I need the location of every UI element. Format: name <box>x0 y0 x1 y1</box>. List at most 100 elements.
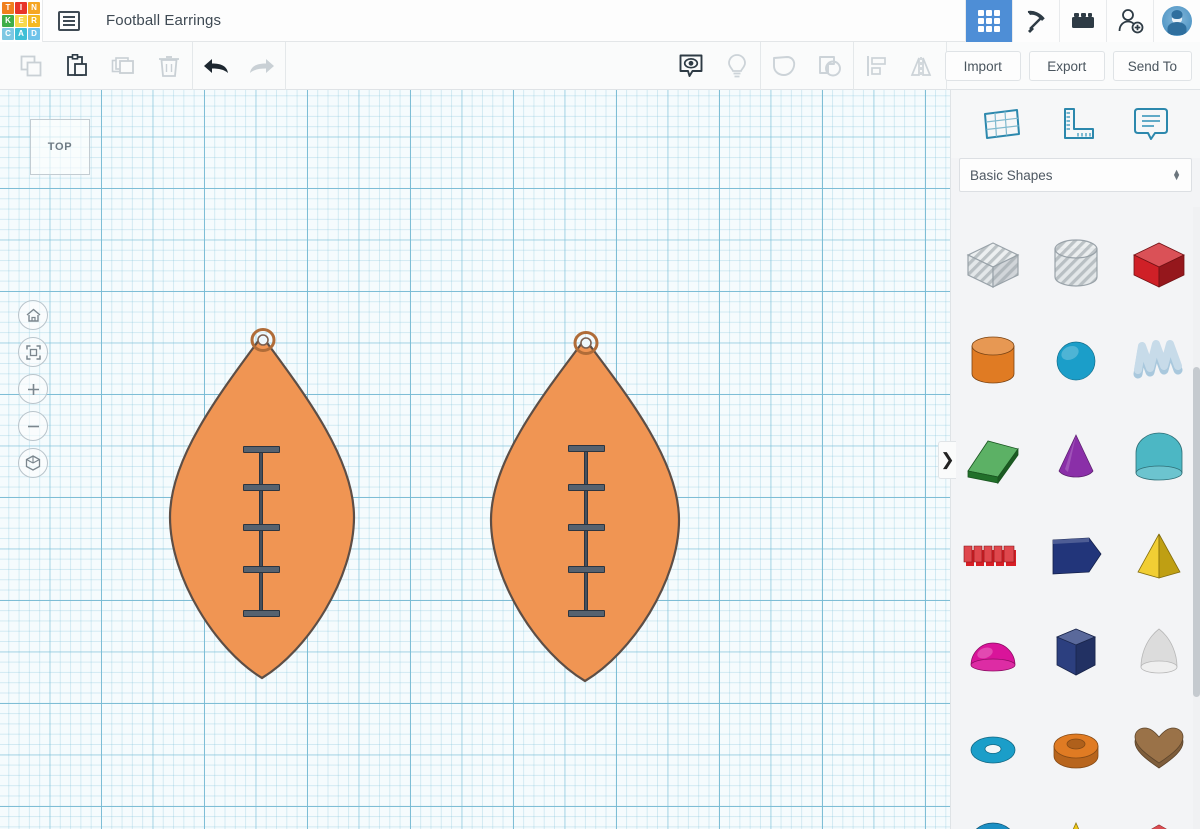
import-button[interactable]: Import <box>944 51 1021 81</box>
lace-stitch <box>243 610 280 617</box>
designs-grid-button[interactable] <box>965 0 1012 42</box>
group-button[interactable] <box>761 42 807 90</box>
logo-tile-r: R <box>28 14 40 27</box>
tinkercad-logo[interactable]: TIN KER CAD <box>0 0 42 42</box>
ungroup-button[interactable] <box>807 42 853 90</box>
shape-item-roof[interactable] <box>951 409 1034 506</box>
design-canvas[interactable]: TOP <box>0 90 950 829</box>
lace-stitch <box>243 446 280 453</box>
ruler-tab[interactable] <box>1049 99 1103 149</box>
lace-stitch <box>568 566 605 573</box>
project-menu-button[interactable] <box>42 0 94 42</box>
home-view-button[interactable] <box>18 300 48 330</box>
fit-view-button[interactable] <box>18 337 48 367</box>
pickaxe-icon <box>1027 10 1045 33</box>
copy-button[interactable] <box>8 42 54 90</box>
shape-item-box-hole[interactable] <box>951 215 1034 312</box>
undo-button[interactable] <box>193 42 239 90</box>
delete-button[interactable] <box>146 42 192 90</box>
shape-tools <box>668 41 947 90</box>
logo-tile-a: A <box>15 27 27 40</box>
shape-item-box[interactable] <box>1118 215 1200 312</box>
lace-stitch <box>568 524 605 531</box>
paste-button[interactable] <box>54 42 100 90</box>
history-tools <box>193 42 285 90</box>
trash-icon <box>159 55 179 77</box>
show-hide-button[interactable] <box>668 42 714 90</box>
view-cube-label: TOP <box>47 141 73 153</box>
shape-item-star[interactable] <box>1034 797 1117 829</box>
grid-9-icon <box>978 10 1000 32</box>
clipboard-paste-icon <box>67 53 87 76</box>
lace-stitch <box>568 610 605 617</box>
group-shapes-icon <box>773 55 796 76</box>
shape-item-torus[interactable] <box>951 700 1034 797</box>
shape-item-scribble[interactable] <box>1118 312 1200 409</box>
align-button[interactable] <box>854 42 900 90</box>
redo-button[interactable] <box>239 42 285 90</box>
lace-stitch <box>568 484 605 491</box>
page-title: Football Earrings <box>106 12 222 29</box>
shape-item-pyramid[interactable] <box>1118 506 1200 603</box>
football-earring-left[interactable] <box>158 328 368 693</box>
shapes-scrollbar-track[interactable] <box>1193 207 1200 829</box>
shape-item-tube[interactable] <box>1034 700 1117 797</box>
invite-user-button[interactable] <box>1106 0 1153 42</box>
chevron-updown-icon: ▲ ▼ <box>1172 167 1181 182</box>
shape-grid <box>951 215 1200 829</box>
highlight-button[interactable] <box>714 42 760 90</box>
codeblocks-button[interactable] <box>1012 0 1059 42</box>
shape-item-polygon[interactable] <box>1034 506 1117 603</box>
app-header: TIN KER CAD Football Earrings <box>0 0 1200 42</box>
list-icon <box>57 10 80 31</box>
shape-item-text[interactable] <box>951 506 1034 603</box>
view-cube[interactable]: TOP <box>30 119 90 175</box>
fit-to-view-icon <box>25 344 41 360</box>
shape-category-value: Basic Shapes <box>970 167 1053 183</box>
shape-category-select[interactable]: Basic Shapes ▲ ▼ <box>959 158 1192 192</box>
shape-item-gem[interactable] <box>1118 797 1200 829</box>
brick-icon <box>1072 13 1094 28</box>
shapes-list[interactable] <box>951 207 1200 829</box>
send-to-button[interactable]: Send To <box>1112 51 1192 81</box>
lace-stitch <box>568 445 605 452</box>
export-button[interactable]: Export <box>1028 51 1105 81</box>
minus-icon <box>27 425 39 427</box>
football-earring-right[interactable] <box>479 331 691 696</box>
panel-collapse-button[interactable]: ❯ <box>938 441 956 479</box>
account-avatar[interactable] <box>1153 0 1200 42</box>
football-body <box>168 328 356 680</box>
tinkercad-app: TINKERCAD Football Earrings Import Expor… <box>0 0 1200 829</box>
shapes-scrollbar-thumb[interactable] <box>1193 367 1200 697</box>
ortho-perspective-button[interactable] <box>18 448 48 478</box>
align-icon <box>867 55 886 76</box>
zoom-in-button[interactable] <box>18 374 48 404</box>
shape-item-hemisphere[interactable] <box>951 603 1034 700</box>
plus-icon <box>27 383 39 395</box>
notes-tab[interactable] <box>1124 99 1178 149</box>
shape-item-sphere[interactable] <box>1034 312 1117 409</box>
shape-item-hex-prism[interactable] <box>1034 603 1117 700</box>
category-select-wrap: Basic Shapes ▲ ▼ <box>951 158 1200 192</box>
shape-item-cylinder[interactable] <box>951 312 1034 409</box>
copy-icon <box>20 55 42 76</box>
duplicate-button[interactable] <box>100 42 146 90</box>
shape-item-half-cylinder[interactable] <box>1118 409 1200 506</box>
chevron-right-icon: ❯ <box>940 450 955 469</box>
undo-arrow-icon <box>204 58 228 73</box>
zoom-out-button[interactable] <box>18 411 48 441</box>
logo-tile-n: N <box>28 1 40 14</box>
mirror-icon <box>910 56 932 76</box>
shape-item-cylinder-hole[interactable] <box>1034 215 1117 312</box>
panel-tab-bar <box>951 90 1200 158</box>
shape-item-round-roof[interactable] <box>951 797 1034 829</box>
lace-spine <box>259 449 263 615</box>
workplane-grid-icon <box>983 109 1020 139</box>
shape-item-heart[interactable] <box>1118 700 1200 797</box>
shape-item-paraboloid[interactable] <box>1118 603 1200 700</box>
file-actions: Import Export Send To <box>937 42 1200 90</box>
workplane-tab[interactable] <box>974 99 1028 149</box>
shape-item-cone[interactable] <box>1034 409 1117 506</box>
logo-tile-t: T <box>2 1 14 14</box>
blocks-button[interactable] <box>1059 0 1106 42</box>
